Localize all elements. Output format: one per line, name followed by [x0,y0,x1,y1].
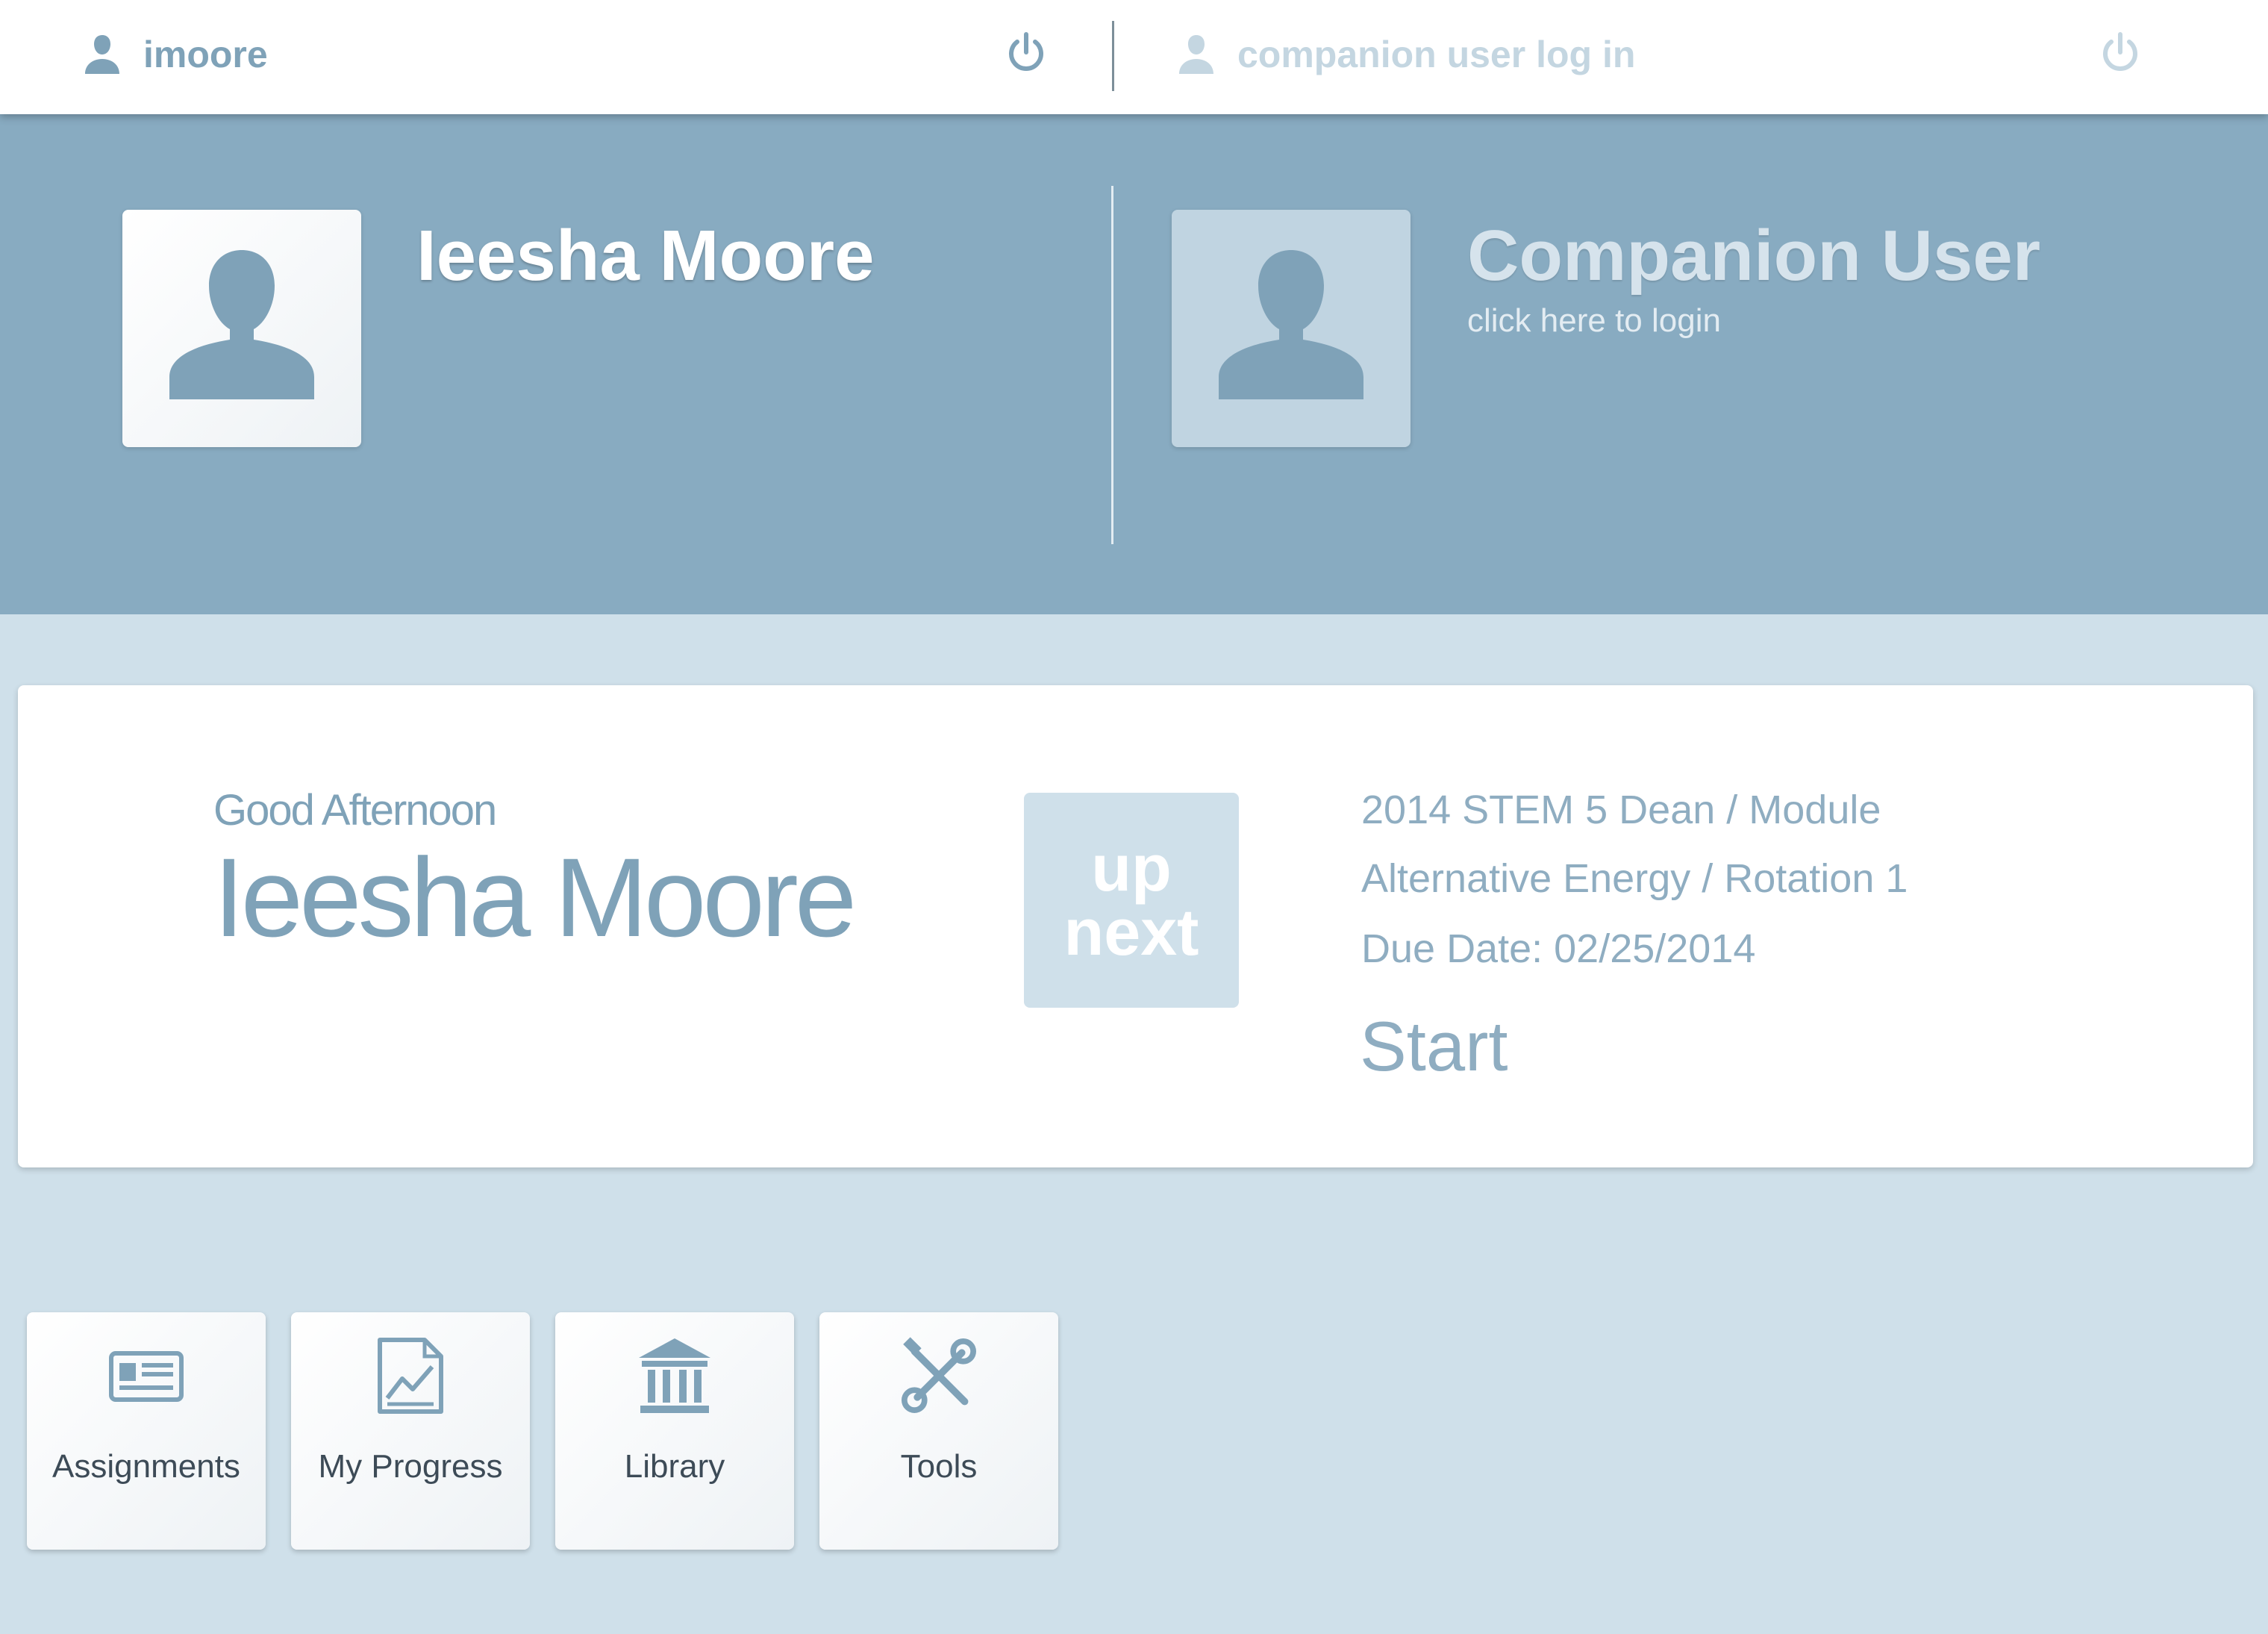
tile-tools[interactable]: Tools [819,1312,1058,1550]
tile-label: My Progress [318,1448,503,1485]
companion-user-avatar[interactable] [1172,210,1411,447]
progress-chart-icon [373,1335,448,1417]
primary-username: imoore [143,34,268,75]
primary-user-account[interactable]: imoore [84,28,268,81]
banner-divider [1111,186,1113,544]
greeting-text: Good Afternoon [213,786,497,835]
companion-user-title[interactable]: Companion User [1467,215,2040,297]
up-next-badge-line1: up [1091,831,1172,905]
tile-assignments[interactable]: Assignments [27,1312,266,1550]
tools-icon [902,1335,976,1417]
start-button[interactable]: Start [1360,1006,1508,1087]
up-next-badge: up next [1024,793,1239,1008]
companion-logout-power-icon[interactable] [2100,30,2140,73]
user-icon [84,34,121,75]
person-silhouette-icon [169,250,314,399]
primary-user-name: Ieesha Moore [416,216,875,296]
top-bar: imoore companion user log in [0,0,2268,114]
library-icon [637,1335,712,1417]
primary-logout-power-icon[interactable] [1006,30,1046,73]
up-next-badge-line2: next [1063,895,1199,969]
module-path: 2014 STEM 5 Dean / Module [1361,788,1881,832]
topbar-divider [1112,21,1114,91]
module-detail: Alternative Energy / Rotation 1 [1361,856,1908,901]
tile-label: Assignments [52,1448,240,1485]
profile-banner: Ieesha Moore Companion User click here t… [0,114,2268,614]
tile-library[interactable]: Library [555,1312,794,1550]
person-silhouette-icon [1219,250,1363,399]
companion-login-label: companion user log in [1237,34,1636,75]
primary-user-avatar[interactable] [122,210,361,447]
welcome-user-name: Ieesha Moore [213,835,857,960]
user-icon [1178,34,1215,75]
due-date: Due Date: 02/25/2014 [1361,926,1756,971]
assignments-icon [109,1335,184,1417]
tile-my-progress[interactable]: My Progress [291,1312,530,1550]
welcome-card: Good Afternoon Ieesha Moore up next 2014… [18,685,2253,1167]
companion-login-link[interactable]: companion user log in [1178,28,1635,81]
tile-label: Tools [900,1448,978,1485]
tile-label: Library [624,1448,725,1485]
companion-login-hint[interactable]: click here to login [1467,302,1721,340]
